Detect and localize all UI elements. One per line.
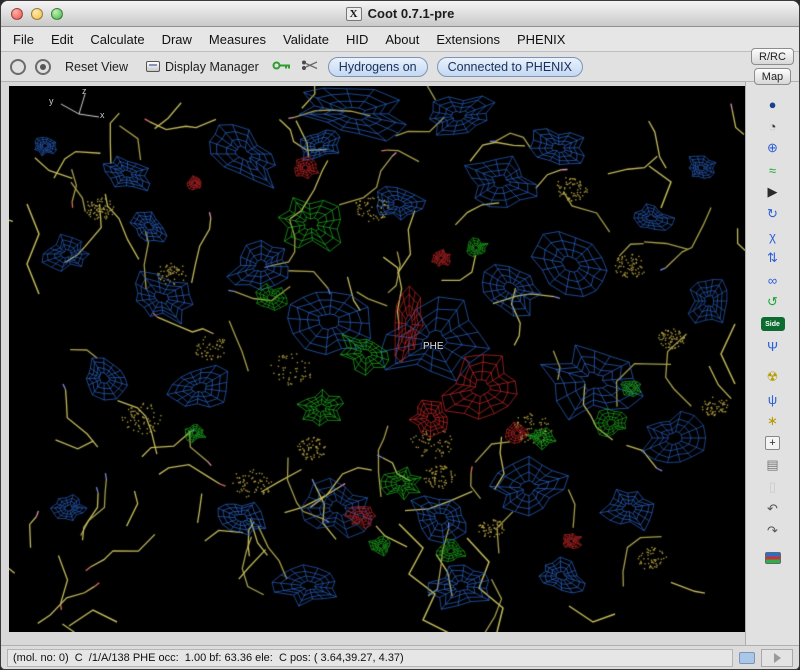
- eraser-icon[interactable]: ▯: [761, 477, 785, 497]
- statusbar: (mol. no: 0) C /1/A/138 PHE occ: 1.00 bf…: [1, 645, 799, 669]
- rotamer-icon[interactable]: χ: [761, 226, 785, 246]
- traffic-lights: [11, 8, 63, 20]
- menu-draw[interactable]: Draw: [162, 32, 192, 47]
- phenix-connection-button[interactable]: Connected to PHENIX: [437, 57, 583, 77]
- menu-measures[interactable]: Measures: [209, 32, 266, 47]
- rotate-translate-icon[interactable]: ⊕: [761, 138, 785, 158]
- hydrogens-toggle-button[interactable]: Hydrogens on: [328, 57, 428, 77]
- print-icon[interactable]: ▤: [761, 455, 785, 475]
- main-area: x y z PHE R/RC Map ●◔⊕≈▶↻χ⇅∞↺SideΨ☢ψ∗+▤▯…: [1, 82, 799, 645]
- close-button[interactable]: [11, 8, 23, 20]
- expander-arrow-icon: [774, 653, 781, 663]
- reset-view-button[interactable]: Reset View: [60, 58, 133, 76]
- torsion-icon[interactable]: ↺: [761, 292, 785, 312]
- density-canvas[interactable]: [9, 86, 745, 632]
- menu-file[interactable]: File: [13, 32, 34, 47]
- spin-view-icon[interactable]: [10, 59, 26, 75]
- viewport-frame: x y z PHE: [1, 82, 745, 645]
- coot-window: X Coot 0.7.1-pre File Edit Calculate Draw Me…: [0, 0, 800, 670]
- axis-z-label: z: [82, 86, 87, 96]
- menu-about[interactable]: About: [385, 32, 419, 47]
- menubar: File Edit Calculate Draw Measures Validate HID…: [1, 27, 799, 52]
- display-manager-button[interactable]: Display Manager: [142, 58, 263, 76]
- map-button[interactable]: Map: [754, 68, 791, 85]
- record-view-icon[interactable]: [35, 59, 51, 75]
- residue-label: PHE: [423, 341, 444, 352]
- real-space-refine-icon[interactable]: ≈: [761, 160, 785, 180]
- x11-icon: X: [346, 7, 362, 21]
- side-chain-flip-icon[interactable]: Side: [761, 317, 785, 331]
- display-manager-label: Display Manager: [165, 60, 259, 74]
- rrc-button[interactable]: R/RC: [751, 48, 794, 65]
- add-terminal-residue-icon[interactable]: ∗: [761, 411, 785, 431]
- menu-validate[interactable]: Validate: [283, 32, 329, 47]
- clock-icon[interactable]: ◔: [761, 116, 785, 136]
- minimize-button[interactable]: [31, 8, 43, 20]
- menu-edit[interactable]: Edit: [51, 32, 73, 47]
- menu-phenix[interactable]: PHENIX: [517, 32, 565, 47]
- atom-pair-icon[interactable]: ∞: [761, 270, 785, 290]
- play-icon[interactable]: ▶: [761, 182, 785, 202]
- titlebar[interactable]: X Coot 0.7.1-pre: [1, 1, 799, 27]
- menu-hid[interactable]: HID: [346, 32, 368, 47]
- axis-x-label: x: [100, 110, 105, 120]
- display-manager-icon: [146, 61, 160, 72]
- menu-extensions[interactable]: Extensions: [436, 32, 500, 47]
- status-frame: (mol. no: 0) C /1/A/138 PHE occ: 1.00 bf…: [7, 649, 733, 667]
- window-title: X Coot 0.7.1-pre: [346, 6, 455, 21]
- toolbar: Reset View Display Manager Hydrogens on …: [1, 52, 799, 82]
- menu-calculate[interactable]: Calculate: [90, 32, 144, 47]
- auto-fit-rotamer-icon[interactable]: ψ: [761, 389, 785, 409]
- zoom-button[interactable]: [51, 8, 63, 20]
- window-title-text: Coot 0.7.1-pre: [368, 6, 455, 21]
- mutate-icon[interactable]: ☢: [761, 367, 785, 387]
- viewport-3d[interactable]: x y z PHE: [9, 86, 745, 632]
- scheme-flag-icon[interactable]: [765, 552, 781, 564]
- undo-icon[interactable]: ↶: [761, 499, 785, 519]
- edit-backbone-icon[interactable]: Ψ: [761, 336, 785, 356]
- status-text: (mol. no: 0) C /1/A/138 PHE occ: 1.00 bf…: [13, 652, 404, 664]
- redo-icon[interactable]: ↷: [761, 521, 785, 541]
- corner-buttons: R/RC Map: [751, 48, 794, 85]
- measure-icon[interactable]: [301, 59, 319, 74]
- regularize-zone-icon[interactable]: ↻: [761, 204, 785, 224]
- scrollbar-thumb[interactable]: [739, 652, 755, 664]
- sphere-view-icon[interactable]: ●: [761, 94, 785, 114]
- axis-y-label: y: [49, 96, 54, 106]
- key-icon[interactable]: [272, 60, 292, 74]
- toolbar-expander-button[interactable]: [761, 649, 793, 667]
- right-sidebar: R/RC Map ●◔⊕≈▶↻χ⇅∞↺SideΨ☢ψ∗+▤▯↶↷: [745, 82, 799, 645]
- model-fit-toolbar: ●◔⊕≈▶↻χ⇅∞↺ Side Ψ ☢ψ∗+▤▯↶↷: [761, 93, 785, 568]
- add-atom-icon[interactable]: +: [761, 433, 785, 453]
- pep-flip-icon[interactable]: ⇅: [761, 248, 785, 268]
